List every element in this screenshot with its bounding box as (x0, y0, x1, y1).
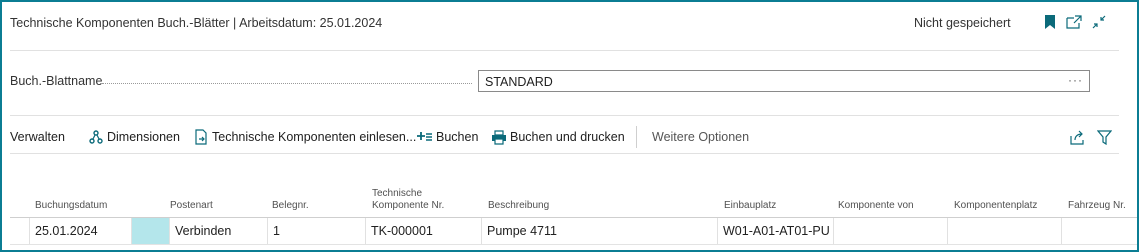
manage-label: Verwalten (10, 130, 65, 144)
post-and-print-label: Buchen und drucken (510, 130, 625, 144)
import-document-icon (193, 129, 209, 145)
post-icon (417, 129, 433, 145)
journal-name-value: STANDARD (485, 75, 553, 89)
action-separator (636, 126, 637, 148)
column-header-component-of[interactable]: Komponente von (838, 172, 948, 218)
cell-document-no[interactable]: 1 (268, 218, 366, 244)
journal-name-label: Buch.-Blattname (10, 74, 103, 88)
journal-lines-grid: Buchungsdatum Postenart Belegnr. Technis… (2, 172, 1137, 250)
post-and-print-button[interactable]: Buchen und drucken (491, 128, 625, 146)
page-title: Technische Komponenten Buch.-Blätter | A… (10, 16, 383, 30)
bookmark-icon[interactable] (1041, 13, 1059, 31)
journal-name-input[interactable]: STANDARD ··· (478, 70, 1090, 92)
table-row[interactable]: 25.01.2024 Verbinden 1 TK-000001 Pumpe 4… (10, 217, 1137, 245)
import-components-button[interactable]: Technische Komponenten einlesen... (193, 128, 416, 146)
filter-icon[interactable] (1097, 128, 1112, 146)
journal-page: Technische Komponenten Buch.-Blätter | A… (0, 0, 1139, 252)
cell-date[interactable]: 25.01.2024 (30, 218, 132, 244)
lookup-more-button[interactable]: ··· (1068, 73, 1083, 87)
more-options-button[interactable]: Weitere Optionen (652, 128, 749, 146)
open-in-new-window-icon[interactable] (1065, 13, 1083, 31)
field-divider (10, 115, 1119, 116)
label-leader-dots (102, 83, 472, 84)
column-header-component-location[interactable]: Komponentenplatz (954, 172, 1064, 218)
row-selector[interactable] (10, 218, 30, 244)
action-bar: Verwalten Dimensionen Technische Kompone… (2, 122, 1137, 152)
column-header-date[interactable]: Buchungsdatum (35, 172, 155, 218)
post-label: Buchen (436, 130, 479, 144)
cell-component-location[interactable] (948, 218, 1062, 244)
manage-button[interactable]: Verwalten (10, 128, 65, 146)
action-divider (10, 153, 1119, 154)
dimensions-label: Dimensionen (107, 130, 180, 144)
column-header-document-no[interactable]: Belegnr. (272, 172, 342, 218)
column-header-location[interactable]: Einbauplatz (724, 172, 824, 218)
print-icon (491, 129, 507, 145)
column-header-component-no[interactable]: Technische Komponente Nr. (372, 172, 472, 218)
cell-entry-type[interactable]: Verbinden (170, 218, 268, 244)
share-icon[interactable] (1069, 128, 1085, 146)
cell-component-no[interactable]: TK-000001 (366, 218, 482, 244)
collapse-icon[interactable] (1090, 13, 1108, 31)
import-components-label: Technische Komponenten einlesen... (212, 130, 417, 144)
column-header-description[interactable]: Beschreibung (488, 172, 688, 218)
header-divider (10, 50, 1119, 51)
cell-highlight[interactable] (132, 218, 170, 244)
cell-location[interactable]: W01-A01-AT01-PU (718, 218, 834, 244)
post-button[interactable]: Buchen (417, 128, 478, 146)
title-bar: Technische Komponenten Buch.-Blätter | A… (2, 2, 1137, 46)
dimensions-icon (88, 129, 104, 145)
save-status: Nicht gespeichert (914, 16, 1011, 30)
cell-component-of[interactable] (834, 218, 948, 244)
more-options-label: Weitere Optionen (652, 130, 750, 144)
dimensions-button[interactable]: Dimensionen (88, 128, 180, 146)
cell-description[interactable]: Pumpe 4711 (482, 218, 718, 244)
cell-vehicle-no[interactable] (1062, 218, 1137, 244)
column-header-vehicle-no[interactable]: Fahrzeug Nr. (1068, 172, 1137, 218)
journal-name-field: Buch.-Blattname STANDARD ··· (2, 62, 1137, 98)
column-header-entry-type[interactable]: Postenart (170, 172, 250, 218)
